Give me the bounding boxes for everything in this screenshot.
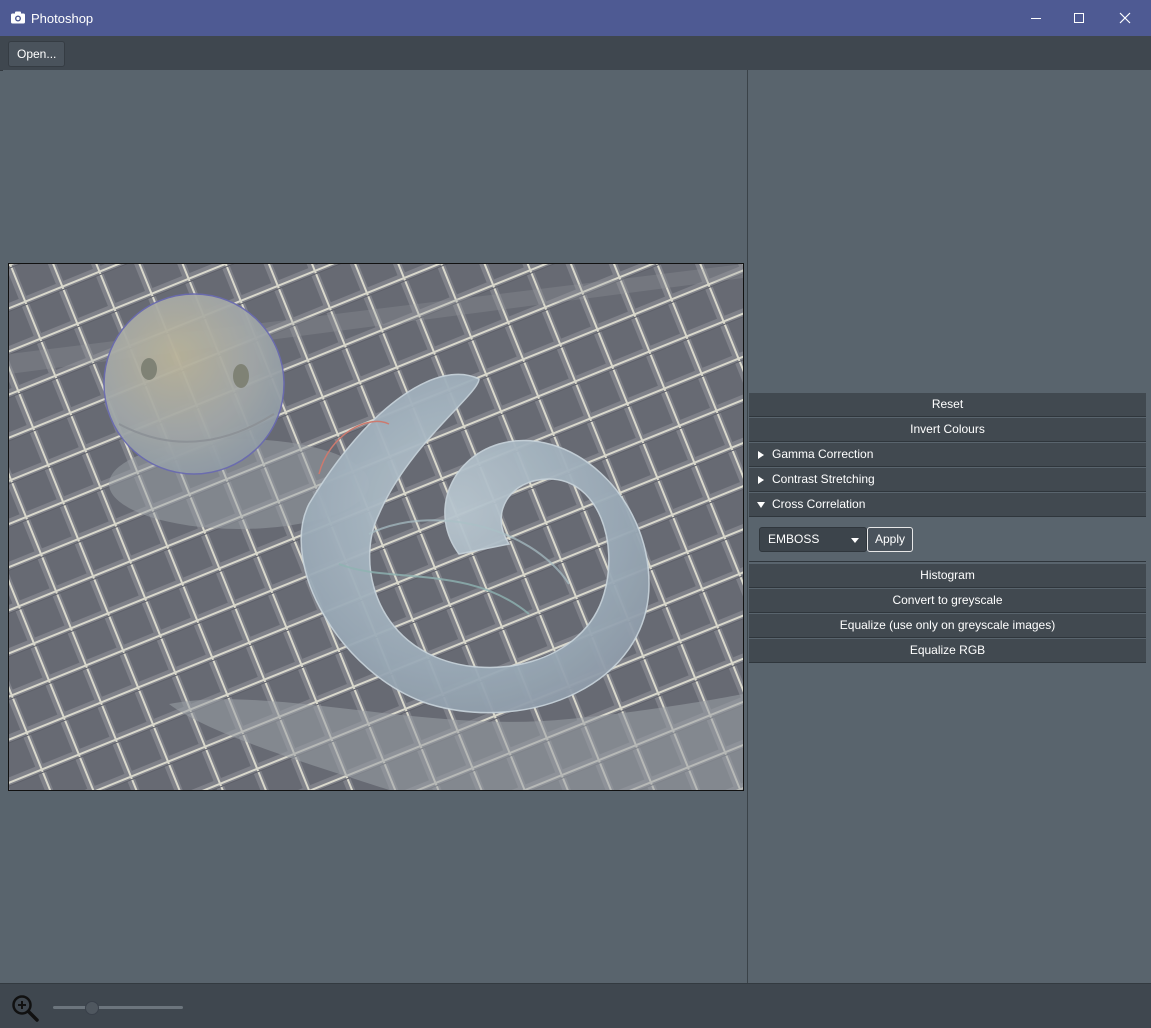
expand-arrow-icon bbox=[758, 451, 764, 459]
minimize-button[interactable] bbox=[1013, 0, 1059, 36]
maximize-icon bbox=[1074, 13, 1084, 23]
equalize-rgb-button[interactable]: Equalize RGB bbox=[749, 639, 1146, 663]
cross-correlation-content: EMBOSS Apply bbox=[749, 517, 1146, 562]
reset-button[interactable]: Reset bbox=[749, 393, 1146, 417]
toolbar: Open... bbox=[0, 36, 1151, 71]
close-button[interactable] bbox=[1102, 0, 1148, 36]
expand-arrow-icon bbox=[758, 476, 764, 484]
cross-correlation-header[interactable]: Cross Correlation bbox=[749, 493, 1146, 517]
image-canvas-pane[interactable] bbox=[3, 70, 748, 983]
close-icon bbox=[1119, 12, 1131, 24]
title-bar[interactable]: Photoshop bbox=[0, 0, 1151, 36]
apply-button[interactable]: Apply bbox=[867, 527, 913, 552]
image-view[interactable] bbox=[8, 263, 744, 791]
zoom-slider[interactable] bbox=[53, 1001, 183, 1015]
status-bar bbox=[0, 983, 1151, 1028]
contrast-stretching-label: Contrast Stretching bbox=[772, 472, 875, 486]
equalize-button[interactable]: Equalize (use only on greyscale images) bbox=[749, 614, 1146, 638]
gamma-correction-label: Gamma Correction bbox=[772, 447, 874, 461]
contrast-stretching-header[interactable]: Contrast Stretching bbox=[749, 468, 1146, 492]
zoom-slider-thumb[interactable] bbox=[85, 1001, 99, 1015]
cross-correlation-label: Cross Correlation bbox=[772, 497, 866, 511]
camera-icon bbox=[11, 11, 25, 24]
minimize-icon bbox=[1031, 18, 1041, 19]
chevron-down-icon bbox=[851, 538, 859, 543]
gamma-correction-header[interactable]: Gamma Correction bbox=[749, 443, 1146, 467]
convert-greyscale-button[interactable]: Convert to greyscale bbox=[749, 589, 1146, 613]
kernel-select[interactable]: EMBOSS bbox=[759, 527, 867, 552]
maximize-button[interactable] bbox=[1056, 0, 1102, 36]
zoom-in-icon bbox=[12, 995, 39, 1022]
histogram-button[interactable]: Histogram bbox=[749, 564, 1146, 588]
open-button[interactable]: Open... bbox=[8, 41, 66, 67]
embossed-image bbox=[9, 264, 743, 790]
window-title: Photoshop bbox=[31, 11, 94, 26]
tools-panel: Reset Invert Colours Gamma Correction Co… bbox=[748, 70, 1151, 983]
collapse-arrow-icon bbox=[757, 502, 765, 508]
kernel-select-value: EMBOSS bbox=[768, 532, 820, 546]
invert-colours-button[interactable]: Invert Colours bbox=[749, 418, 1146, 442]
app-window: Photoshop Open... Reset Invert Colours G… bbox=[0, 0, 1151, 1028]
